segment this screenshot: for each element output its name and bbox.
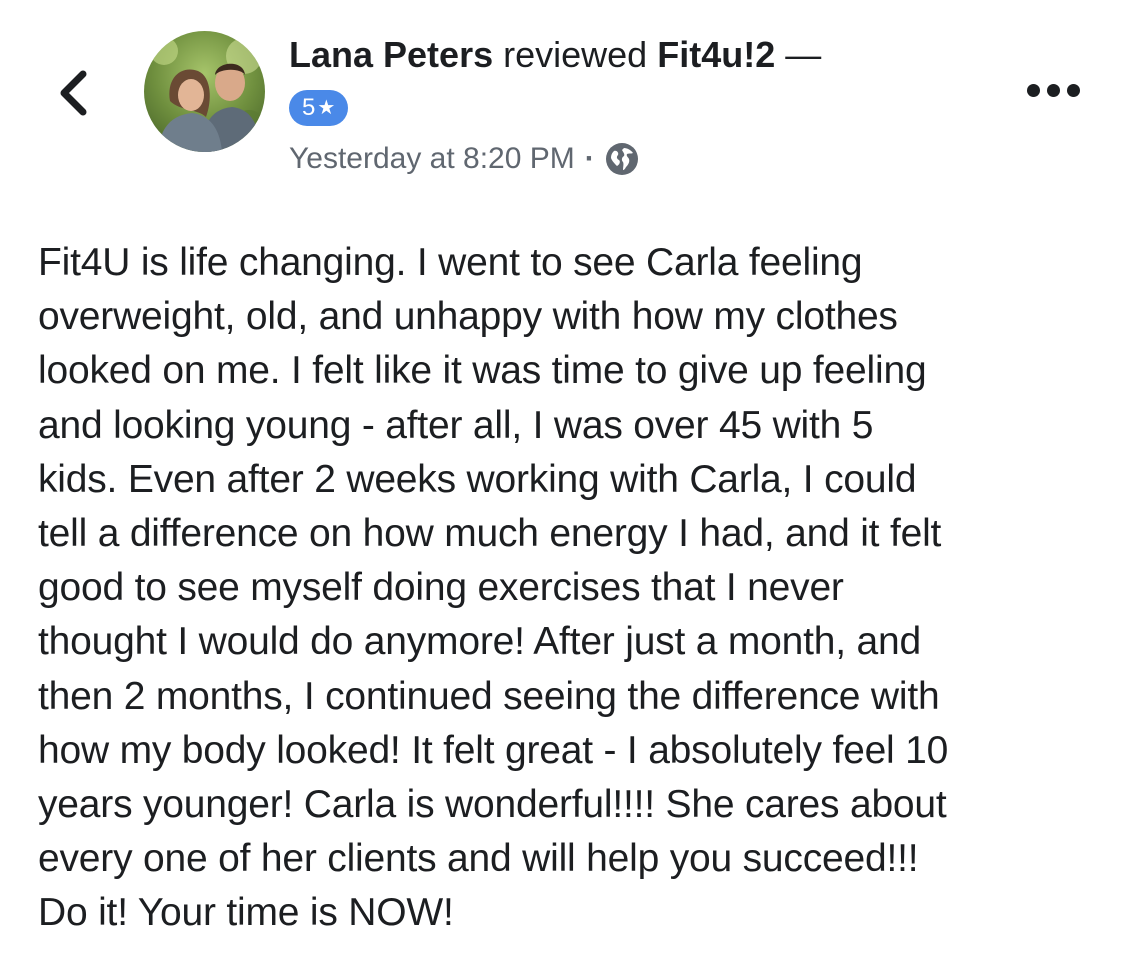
author-name-link[interactable]: Lana Peters <box>289 34 493 75</box>
more-dot <box>1026 83 1040 97</box>
page-name-link[interactable]: Fit4u!2 <box>657 34 775 75</box>
back-button[interactable] <box>48 58 98 128</box>
avatar[interactable] <box>144 31 265 152</box>
post-timestamp[interactable]: Yesterday at 8:20 PM <box>289 142 575 176</box>
star-icon: ★ <box>317 97 336 119</box>
timestamp-row: Yesterday at 8:20 PM · <box>289 138 639 180</box>
more-dot <box>1066 83 1080 97</box>
action-text: reviewed <box>503 34 648 75</box>
header-dash: — <box>785 34 822 75</box>
review-text: Fit4U is life changing. I went to see Ca… <box>38 241 949 935</box>
rating-badge: 5 ★ <box>289 90 349 126</box>
avatar-photo <box>144 31 265 152</box>
chevron-left-icon <box>60 70 87 116</box>
post-header: Lana Peters reviewed Fit4u!2 — <box>289 32 821 78</box>
globe-icon <box>605 143 638 175</box>
more-options-button[interactable] <box>1020 72 1086 108</box>
rating-value: 5 <box>302 94 316 121</box>
separator-dot: · <box>584 142 595 175</box>
more-dot <box>1046 83 1060 97</box>
privacy-audience[interactable] <box>605 142 639 176</box>
